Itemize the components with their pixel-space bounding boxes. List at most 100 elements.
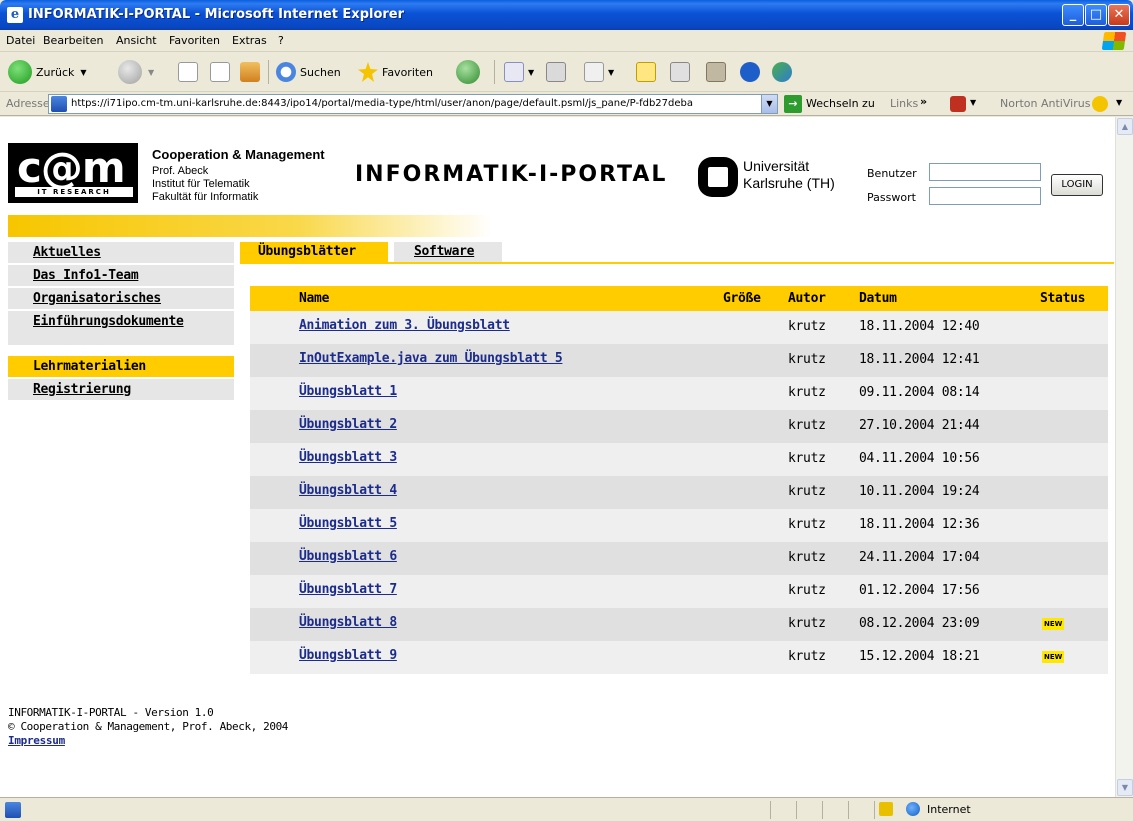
portal-title: INFORMATIK-I-PORTAL	[355, 162, 668, 187]
chevron-down-icon[interactable]: ▼	[761, 95, 777, 113]
author-cell: krutz	[788, 418, 826, 433]
favorites-button[interactable]: Favoriten	[358, 60, 433, 84]
chevron-down-icon: ▼	[528, 67, 535, 77]
title-bar: e INFORMATIK-I-PORTAL - Microsoft Intern…	[0, 0, 1133, 30]
file-link[interactable]: Übungsblatt 9	[299, 648, 397, 663]
close-button[interactable]: ✕	[1108, 4, 1130, 26]
password-input[interactable]	[929, 187, 1041, 205]
toolbar: Zurück ▼ ▼ Suchen Favoriten ▼ ▼	[0, 52, 1133, 92]
file-link[interactable]: Übungsblatt 3	[299, 450, 397, 465]
nav-label: Registrierung	[33, 382, 131, 397]
coop-line-2: Institut für Telematik	[152, 178, 250, 190]
user-input[interactable]	[929, 163, 1041, 181]
home-button[interactable]	[240, 60, 260, 84]
column-header-name[interactable]: Name	[299, 291, 329, 306]
chevron-down-icon[interactable]: ▼	[1116, 98, 1122, 107]
coop-line-1: Prof. Abeck	[152, 165, 209, 177]
maximize-button[interactable]: □	[1085, 4, 1107, 26]
security-zone: Internet	[927, 803, 971, 816]
status-cell	[770, 801, 794, 819]
address-url: https://i71ipo.cm-tm.uni-karlsruhe.de:84…	[71, 98, 694, 109]
lock-icon[interactable]	[879, 802, 893, 816]
impressum-link[interactable]: Impressum	[8, 734, 65, 747]
table-row: Animation zum 3. Übungsblatt krutz 18.11.2…	[250, 311, 1108, 344]
menu-ansicht[interactable]: Ansicht	[116, 34, 157, 47]
menu-favoriten[interactable]: Favoriten	[169, 34, 220, 47]
nav-item-info1-team[interactable]: Das Info1-Team	[8, 265, 234, 287]
nav-item-lehrmaterialien[interactable]: Lehrmaterialien	[8, 356, 234, 378]
nav-item-organisatorisches[interactable]: Organisatorisches	[8, 288, 234, 310]
file-link[interactable]: Übungsblatt 1	[299, 384, 397, 399]
nav-item-registrierung[interactable]: Registrierung	[8, 379, 234, 401]
menu-extras[interactable]: Extras	[232, 34, 267, 47]
menu-datei[interactable]: Datei	[6, 34, 35, 47]
notes-button[interactable]	[636, 60, 656, 84]
file-link[interactable]: Übungsblatt 6	[299, 549, 397, 564]
column-header-status[interactable]: Status	[1040, 291, 1085, 306]
column-header-date[interactable]: Datum	[859, 291, 897, 306]
file-link[interactable]: Übungsblatt 5	[299, 516, 397, 531]
chevron-right-icon[interactable]: »	[920, 95, 927, 108]
tab-uebungsblaetter[interactable]: Übungsblätter	[240, 242, 388, 263]
back-button[interactable]: Zurück ▼	[8, 60, 87, 84]
back-label: Zurück	[36, 65, 75, 79]
footer-version: INFORMATIK-I-PORTAL - Version 1.0	[8, 706, 214, 719]
history-button[interactable]	[456, 60, 480, 84]
file-link[interactable]: Übungsblatt 4	[299, 483, 397, 498]
tab-software[interactable]: Software	[394, 242, 502, 263]
status-cell	[822, 801, 846, 819]
favorites-label: Favoriten	[382, 65, 433, 79]
forward-arrow-icon	[118, 60, 142, 84]
chevron-down-icon[interactable]: ▼	[970, 98, 976, 107]
file-link[interactable]: Animation zum 3. Übungsblatt	[299, 318, 510, 333]
links-button[interactable]: Links	[890, 97, 918, 110]
messenger-button[interactable]	[670, 60, 690, 84]
chevron-down-icon: ▼	[80, 67, 87, 77]
vertical-scrollbar[interactable]: ▲ ▼	[1115, 117, 1133, 797]
globe-icon	[906, 802, 920, 816]
print-button[interactable]	[546, 60, 566, 84]
go-button[interactable]: Wechseln zu	[806, 97, 875, 110]
nav-label: Einführungsdokumente	[33, 314, 184, 329]
favorites-star-icon	[358, 62, 378, 82]
file-link[interactable]: Übungsblatt 7	[299, 582, 397, 597]
research-button[interactable]	[706, 60, 726, 84]
nav-item-aktuelles[interactable]: Aktuelles	[8, 242, 234, 264]
scroll-up-arrow-icon[interactable]: ▲	[1117, 118, 1133, 135]
nav-label: Aktuelles	[33, 245, 101, 260]
table-header: Name Größe Autor Datum Status	[250, 286, 1108, 311]
acrobat-icon[interactable]	[950, 96, 966, 112]
table-row: Übungsblatt 8 krutz 08.12.2004 23:09 NEW	[250, 608, 1108, 641]
date-cell: 15.12.2004 18:21	[859, 649, 980, 664]
new-badge: NEW	[1042, 651, 1065, 663]
windows-logo-icon	[1101, 32, 1127, 50]
go-arrow-icon[interactable]: →	[784, 95, 802, 113]
scroll-down-arrow-icon[interactable]: ▼	[1117, 779, 1133, 796]
minimize-button[interactable]: _	[1062, 4, 1084, 26]
nav-label: Das Info1-Team	[33, 268, 139, 283]
address-input[interactable]: https://i71ipo.cm-tm.uni-karlsruhe.de:84…	[48, 94, 778, 114]
file-link[interactable]: InOutExample.java zum Übungsblatt 5	[299, 351, 563, 366]
edit-button[interactable]: ▼	[584, 60, 614, 84]
contacts-icon	[772, 62, 792, 82]
stop-button[interactable]	[178, 60, 198, 84]
footer-copyright: © Cooperation & Management, Prof. Abeck,…	[8, 720, 289, 733]
login-button[interactable]: LOGIN	[1051, 174, 1103, 196]
file-link[interactable]: Übungsblatt 8	[299, 615, 397, 630]
forward-button[interactable]: ▼	[118, 60, 154, 84]
refresh-icon	[210, 62, 230, 82]
nav-item-einfuehrungsdokumente[interactable]: Einführungsdokumente	[8, 311, 234, 346]
refresh-button[interactable]	[210, 60, 230, 84]
password-label: Passwort	[867, 191, 916, 204]
file-link[interactable]: Übungsblatt 2	[299, 417, 397, 432]
column-header-size[interactable]: Größe	[723, 291, 761, 306]
column-header-author[interactable]: Autor	[788, 291, 826, 306]
mail-button[interactable]: ▼	[504, 60, 534, 84]
search-button[interactable]: Suchen	[276, 60, 341, 84]
menu-help[interactable]: ?	[278, 34, 284, 47]
contacts-button[interactable]	[772, 60, 792, 84]
bluetooth-button[interactable]	[740, 60, 760, 84]
date-cell: 04.11.2004 10:56	[859, 451, 980, 466]
menu-bearbeiten[interactable]: Bearbeiten	[43, 34, 103, 47]
norton-antivirus-button[interactable]: Norton AntiVirus	[1000, 97, 1090, 110]
